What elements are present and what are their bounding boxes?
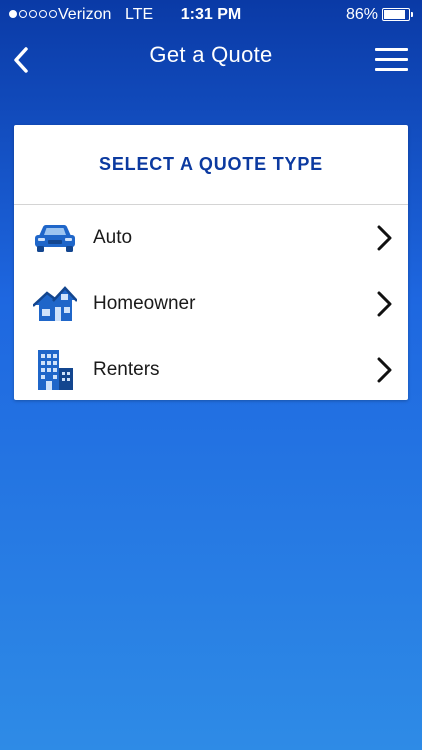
battery-icon (382, 8, 410, 21)
chevron-right-icon (377, 357, 392, 383)
house-icon (32, 282, 78, 326)
quote-option-renters[interactable]: Renters (14, 337, 408, 403)
quote-option-homeowner[interactable]: Homeowner (14, 271, 408, 337)
hamburger-menu-icon[interactable] (372, 44, 410, 76)
quote-option-label: Renters (93, 359, 160, 380)
status-bar: Verizon LTE 1:31 PM 86% (0, 0, 422, 30)
navigation-bar: Get a Quote (0, 30, 422, 90)
quote-option-auto[interactable]: Auto (14, 205, 408, 271)
apartment-building-icon (32, 348, 78, 392)
battery-percentage: 86% (346, 6, 379, 23)
quote-option-label: Auto (93, 227, 133, 248)
battery-tip (411, 12, 413, 17)
menu-line (375, 58, 408, 61)
card-header: SELECT A QUOTE TYPE (14, 125, 408, 205)
menu-line (375, 48, 408, 51)
quote-type-card: SELECT A QUOTE TYPE Auto Homeowner Rente… (14, 125, 408, 400)
battery-level-fill (384, 10, 405, 19)
chevron-right-icon (377, 225, 392, 251)
quote-option-label: Homeowner (93, 293, 196, 314)
chevron-right-icon (377, 291, 392, 317)
menu-line (375, 68, 408, 71)
car-icon (32, 216, 78, 260)
page-title: Get a Quote (149, 42, 273, 67)
card-title: SELECT A QUOTE TYPE (99, 154, 323, 174)
